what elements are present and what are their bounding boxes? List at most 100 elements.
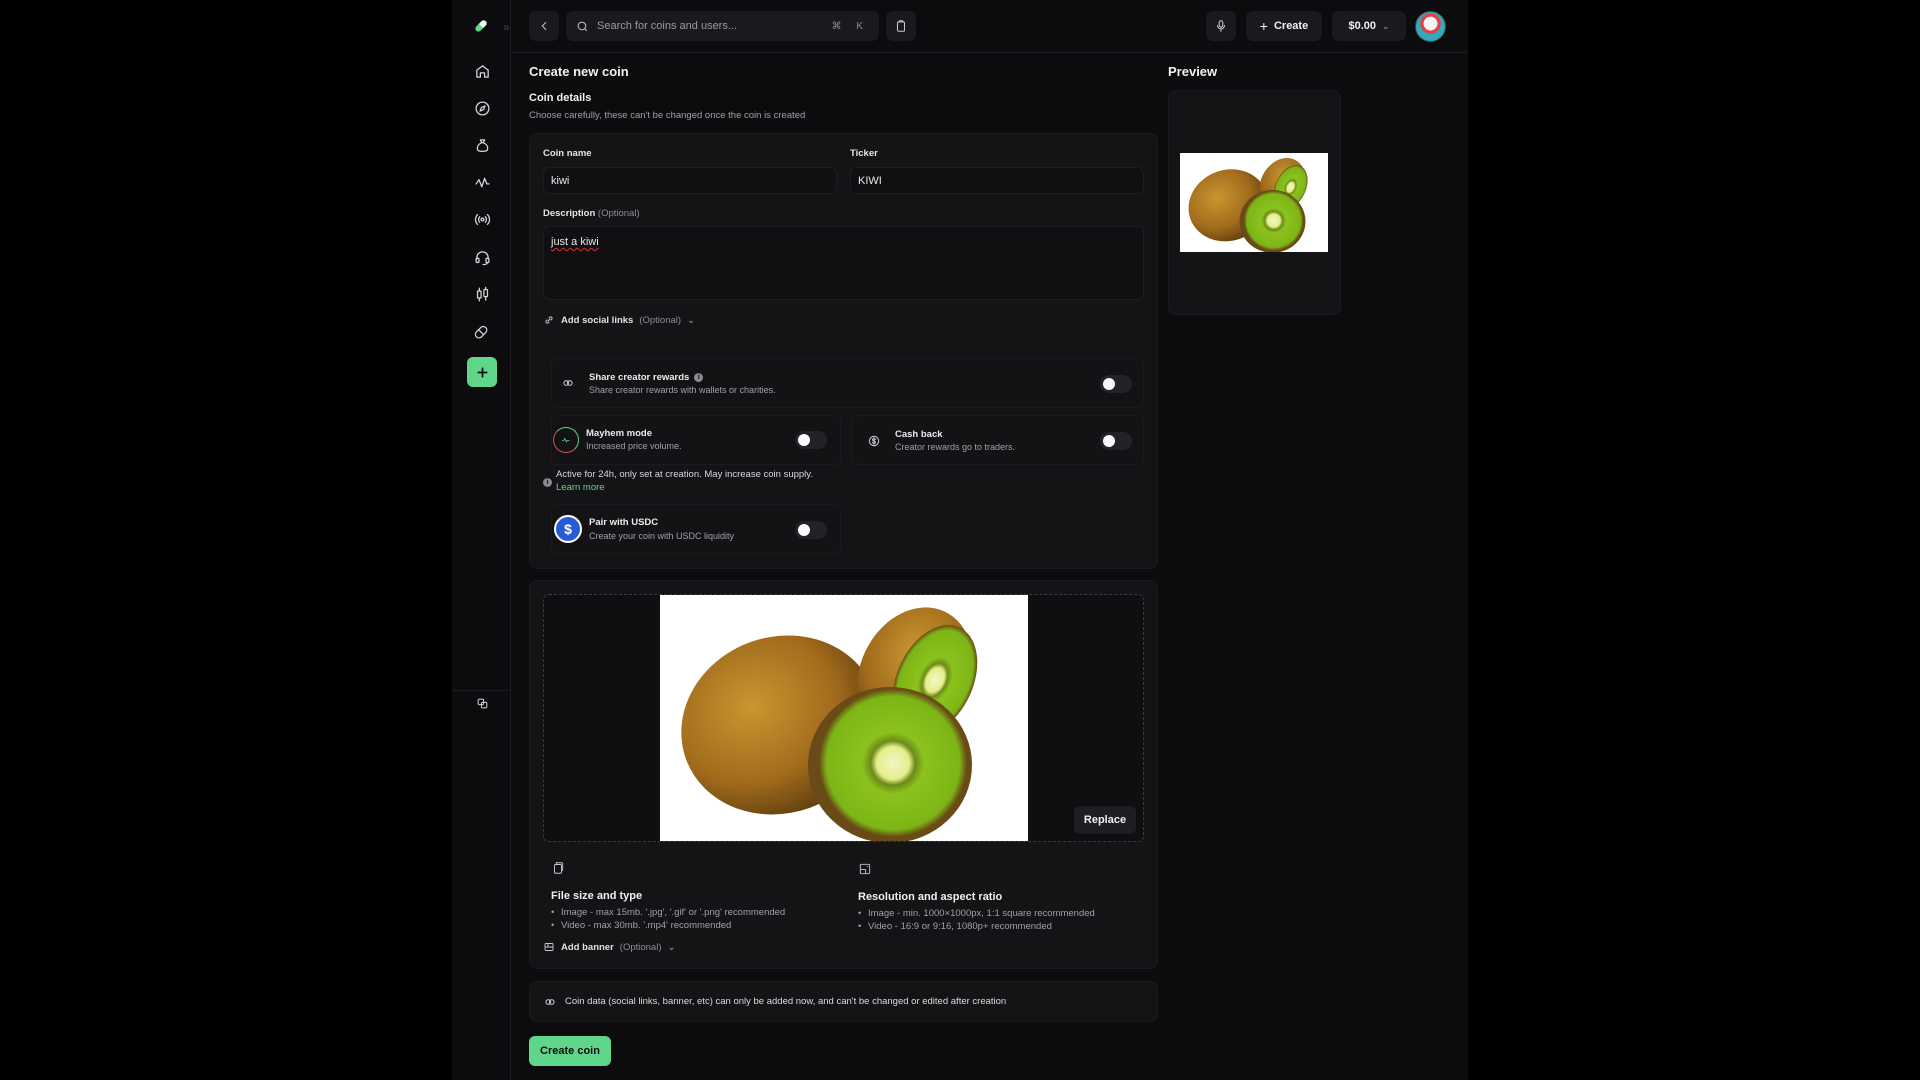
- ticker-input[interactable]: KIWI: [850, 167, 1144, 194]
- compass-icon: [474, 100, 490, 116]
- info-icon[interactable]: i: [694, 373, 704, 382]
- create-button-label: Create: [1273, 20, 1309, 32]
- description-label: Description (Optional): [543, 208, 640, 219]
- file-requirements-title: File size and type: [551, 890, 643, 902]
- optional-tag: (Optional): [597, 208, 640, 219]
- mayhem-toggle[interactable]: [795, 431, 827, 449]
- description-value: just a kiwi: [551, 236, 599, 248]
- sidebar-settings[interactable]: [467, 688, 497, 718]
- info-icon: i: [543, 478, 552, 487]
- search-placeholder: Search for coins and users...: [597, 20, 738, 32]
- learn-more-link[interactable]: Learn more: [556, 482, 856, 493]
- split-icon: [545, 998, 555, 1005]
- microphone-icon: [1216, 20, 1226, 32]
- description-label-text: Description: [543, 208, 596, 219]
- sidebar-item-live[interactable]: [467, 204, 497, 234]
- clipboard-icon: [896, 20, 906, 32]
- sidebar-item-rewards[interactable]: [467, 130, 497, 160]
- usdc-title: Pair with USDC: [589, 517, 659, 528]
- replace-button[interactable]: Replace: [1074, 806, 1136, 834]
- add-banner-label: Add banner: [561, 941, 614, 953]
- optional-tag: (Optional): [639, 314, 682, 326]
- ticker-value: KIWI: [858, 174, 882, 187]
- list-item: Image - min. 1000×1000px, 1:1 square rec…: [858, 908, 1095, 921]
- kiwi-preview-art: [1188, 158, 1308, 252]
- sidebar-create-button[interactable]: [467, 357, 497, 387]
- balance-dropdown[interactable]: $0.00 ⌄: [1332, 11, 1406, 41]
- resolution-requirements-list: Image - min. 1000×1000px, 1:1 square rec…: [858, 908, 1095, 933]
- cashback-icon-wrap: [861, 428, 887, 454]
- create-button[interactable]: + Create: [1246, 11, 1322, 41]
- share-rewards-toggle[interactable]: [1100, 375, 1132, 393]
- sidebar-item-trading[interactable]: [467, 279, 497, 309]
- avatar[interactable]: [1415, 11, 1446, 42]
- section-title: Coin details: [529, 92, 592, 104]
- usdc-icon: $: [564, 521, 572, 537]
- mayhem-desc: Increased price volume.: [586, 441, 682, 451]
- dollar-circle-icon: [868, 435, 880, 447]
- mayhem-icon-wrap: [553, 427, 579, 453]
- pulse-icon: [561, 437, 570, 443]
- share-rewards-desc: Share creator rewards with wallets or ch…: [589, 385, 776, 395]
- cashback-title: Cash back: [895, 429, 943, 440]
- microphone-button[interactable]: [1206, 11, 1236, 41]
- share-rewards-title-text: Share creator rewards: [589, 372, 690, 383]
- resolution-requirements-title: Resolution and aspect ratio: [858, 891, 1003, 903]
- activity-icon: [474, 177, 490, 187]
- mayhem-note-body: Active for 24h, only set at creation. Ma…: [556, 469, 813, 480]
- page-title: Create new coin: [529, 64, 629, 79]
- kiwi-image-art: [681, 607, 978, 841]
- chevron-down-icon: ⌄: [667, 941, 676, 953]
- preview-image: [1180, 153, 1328, 252]
- add-banner-toggle[interactable]: Add banner (Optional) ⌄: [543, 941, 675, 953]
- mayhem-note-text: Active for 24h, only set at creation. Ma…: [556, 469, 856, 493]
- social-links-toggle[interactable]: Add social links (Optional) ⌄: [543, 314, 695, 326]
- coin-data-note: Coin data (social links, banner, etc) ca…: [529, 981, 1158, 1022]
- sidebar-item-pills[interactable]: [467, 316, 497, 346]
- banner-icon: [544, 943, 554, 951]
- sidebar-item-support[interactable]: [467, 242, 497, 272]
- usdc-desc: Create your coin with USDC liquidity: [589, 531, 735, 541]
- share-rewards-row: [551, 358, 1144, 408]
- sidebar-item-home[interactable]: [467, 56, 497, 86]
- optional-tag: (Optional): [619, 941, 662, 953]
- description-input[interactable]: just a kiwi: [543, 226, 1144, 300]
- search-input[interactable]: Search for coins and users... ⌘ K: [566, 11, 879, 41]
- list-item: Video - 16:9 or 9:16, 1080p+ recommended: [858, 921, 1095, 934]
- sidebar-item-explore[interactable]: [467, 93, 497, 123]
- chevron-left-icon: [541, 21, 547, 31]
- expand-sidebar-icon[interactable]: »: [503, 20, 510, 34]
- chevron-down-icon: ⌄: [687, 314, 696, 326]
- balance-value: $0.00: [1348, 20, 1376, 32]
- file-icon: [554, 862, 564, 874]
- chevron-down-icon: ⌄: [1381, 20, 1390, 31]
- clipboard-button[interactable]: [886, 11, 916, 41]
- share-rewards-title: Share creator rewards i: [589, 372, 704, 383]
- list-item: Image - max 15mb. '.jpg', '.gif' or '.pn…: [551, 907, 785, 920]
- cashback-desc: Creator rewards go to traders.: [895, 442, 1016, 452]
- search-shortcut: ⌘ K: [831, 20, 869, 32]
- coin-name-input[interactable]: kiwi: [543, 167, 837, 194]
- back-button[interactable]: [529, 11, 559, 41]
- sliders-icon: [477, 698, 487, 708]
- logo-icon[interactable]: [472, 17, 490, 35]
- plus-icon: [476, 366, 488, 378]
- plus-icon: +: [1259, 18, 1268, 34]
- headset-icon: [474, 250, 490, 265]
- mayhem-title: Mayhem mode: [586, 428, 652, 439]
- resolution-requirements: Resolution and aspect ratio Image - min.…: [858, 862, 1095, 933]
- create-coin-button[interactable]: Create coin: [529, 1036, 611, 1066]
- cashback-toggle[interactable]: [1100, 432, 1132, 450]
- coin-data-note-text: Coin data (social links, banner, etc) ca…: [565, 996, 1007, 1007]
- home-icon: [475, 64, 489, 78]
- candlestick-icon: [476, 286, 488, 302]
- money-bag-icon: [476, 138, 488, 152]
- coin-image: [660, 595, 1028, 841]
- sidebar-item-activity[interactable]: [467, 167, 497, 197]
- list-item: Video - max 30mb. '.mp4' recommended: [551, 920, 785, 933]
- share-rewards-icon-wrap: [555, 370, 581, 396]
- split-icon: [563, 380, 573, 386]
- coin-name-value: kiwi: [551, 174, 570, 187]
- ticker-label: Ticker: [850, 148, 878, 159]
- usdc-toggle[interactable]: [795, 521, 827, 539]
